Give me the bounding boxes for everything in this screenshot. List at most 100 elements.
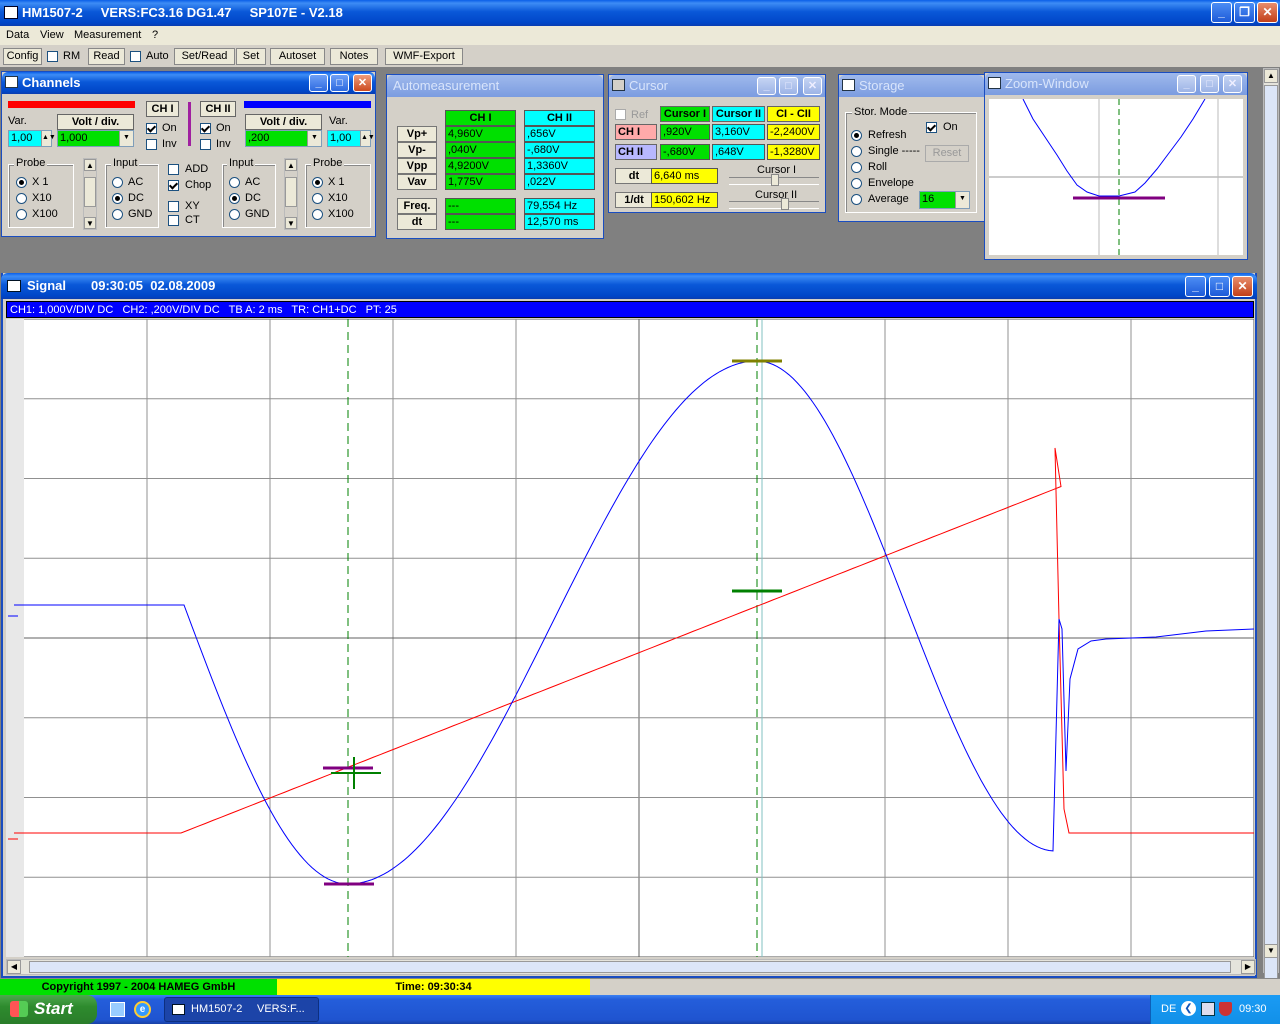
signal-close-button[interactable]: ✕ [1232,276,1253,297]
cursor-maximize-button[interactable]: □ [779,77,798,95]
tray-expand-icon[interactable]: ❮ [1181,1001,1196,1016]
ch1-volt-div-select[interactable]: 1,000 ▼ [57,130,134,147]
am-vpplus-ch2: ,656V [524,126,595,142]
ch1-on-checkbox[interactable] [146,123,157,134]
ct-checkbox[interactable] [168,215,179,226]
chevron-down-icon[interactable]: ▼ [955,192,969,208]
automeasurement-title-bar: Automeasurement [387,75,603,97]
config-button[interactable]: Config [3,48,42,65]
scroll-up-arrow[interactable]: ▲ [1264,69,1278,83]
start-button[interactable]: Start [0,995,97,1024]
wmf-export-button[interactable]: WMF-Export [385,48,463,65]
scroll-down-arrow[interactable]: ▼ [1264,944,1278,958]
menu-help[interactable]: ? [152,29,158,41]
minimize-button[interactable]: _ [1211,2,1232,23]
signal-minimize-button[interactable]: _ [1185,276,1206,297]
ch2-volt-div-select[interactable]: ,200 ▼ [245,130,322,147]
storage-panel: Storage Stor. Mode Refresh Single ----- … [838,74,985,222]
close-button[interactable]: ✕ [1257,2,1278,23]
quicklaunch-ie-icon[interactable]: e [134,1001,151,1018]
mdi-vertical-scrollbar[interactable]: ▲ ▼ [1263,68,1279,995]
envelope-radio[interactable] [851,178,862,189]
ch1-probe-x10-radio[interactable] [16,193,27,204]
network-icon[interactable] [1201,1002,1215,1016]
roll-label: Roll [868,161,887,173]
set-button[interactable]: Set [236,48,266,65]
reset-button[interactable]: Reset [925,145,969,162]
security-shield-icon[interactable] [1219,1002,1232,1016]
ch2-on-checkbox[interactable] [200,123,211,134]
read-button[interactable]: Read [88,48,125,65]
zoom-minimize-button[interactable]: _ [1177,75,1196,93]
auto-checkbox[interactable] [130,51,141,62]
ch2-var-spinner[interactable]: ▲▼ [360,131,375,146]
taskbar-app-button[interactable]: HM1507-2 VERS:F... [164,997,319,1022]
ch2-input-dc-radio[interactable] [229,193,240,204]
zoom-close-button[interactable]: ✕ [1223,75,1242,93]
add-checkbox[interactable] [168,164,179,175]
channels-panel: Channels _ □ ✕ Var. Volt / div. 1,00 ▲▼ 1… [1,71,376,237]
single-radio[interactable] [851,146,862,157]
scope-display[interactable] [6,319,1254,957]
signal-maximize-button[interactable]: □ [1209,276,1230,297]
average-radio[interactable] [851,194,862,205]
refresh-radio[interactable] [851,130,862,141]
ch2-input-gnd-radio[interactable] [229,209,240,220]
channels-maximize-button[interactable]: □ [330,74,349,92]
channels-minimize-button[interactable]: _ [309,74,328,92]
language-indicator[interactable]: DE [1161,1003,1176,1015]
cursor-close-button[interactable]: ✕ [803,77,822,95]
signal-horizontal-scrollbar[interactable]: ◀ ▶ [6,959,1256,975]
ch1-input-gnd-label: GND [128,208,153,220]
ch2-input-ac-radio[interactable] [229,177,240,188]
ch2-var-field[interactable]: 1,00 ▲▼ [327,130,375,147]
ch2-inv-checkbox[interactable] [200,139,211,150]
chevron-down-icon[interactable]: ▼ [119,131,133,146]
am-vpplus-ch1: 4,960V [445,126,516,142]
ch1-var-field[interactable]: 1,00 ▲▼ [8,130,56,147]
ch1-input-ac-radio[interactable] [112,177,123,188]
scroll-thumb[interactable] [1264,85,1278,995]
autoset-button[interactable]: Autoset [270,48,325,65]
scroll-right-arrow[interactable]: ▶ [1241,960,1255,974]
ch1-probe-x100-radio[interactable] [16,209,27,220]
ch2-input-label: Input [227,157,256,169]
windows-logo-icon [10,1001,28,1017]
average-select[interactable]: 16 ▼ [919,191,970,209]
cursor-minimize-button[interactable]: _ [757,77,776,95]
ch2-probe-x100-radio[interactable] [312,209,323,220]
menu-view[interactable]: View [40,29,64,41]
xy-checkbox[interactable] [168,201,179,212]
menu-data[interactable]: Data [6,29,29,41]
ch1-input-dc-radio[interactable] [112,193,123,204]
set-read-button[interactable]: Set/Read [174,48,235,65]
menu-measurement[interactable]: Measurement [74,29,141,41]
notes-button[interactable]: Notes [330,48,378,65]
cursor-ch2-diff: -1,3280V [767,144,820,160]
ch1-inv-checkbox[interactable] [146,139,157,150]
maximize-button[interactable]: ❐ [1234,2,1255,23]
storage-on-checkbox[interactable] [926,122,937,133]
ch2-probe-x1-radio[interactable] [312,177,323,188]
scroll-left-arrow[interactable]: ◀ [7,960,21,974]
chevron-down-icon[interactable]: ▼ [307,131,321,146]
cursor-slider1[interactable] [729,174,819,186]
roll-radio[interactable] [851,162,862,173]
ch1-var-spinner[interactable]: ▲▼ [41,131,56,146]
ch1-input-gnd-radio[interactable] [112,209,123,220]
quicklaunch-desktop-icon[interactable] [110,1002,125,1017]
ch1-probe-x1-radio[interactable] [16,177,27,188]
cursor-ref-checkbox[interactable] [615,109,626,120]
ch2-volt-div-label: Volt / div. [245,114,322,130]
ch2-position-slider[interactable]: ▲ ▼ [284,158,298,230]
ch2-probe-x1-label: X 1 [328,176,345,188]
ch2-probe-x10-radio[interactable] [312,193,323,204]
cursor-slider2[interactable] [729,198,819,210]
zoom-maximize-button[interactable]: □ [1200,75,1219,93]
scroll-thumb[interactable] [29,961,1231,973]
am-freq-label: Freq. [397,198,437,214]
chop-checkbox[interactable] [168,180,179,191]
ch1-position-slider[interactable]: ▲ ▼ [83,158,97,230]
channels-close-button[interactable]: ✕ [353,74,372,92]
rm-checkbox[interactable] [47,51,58,62]
